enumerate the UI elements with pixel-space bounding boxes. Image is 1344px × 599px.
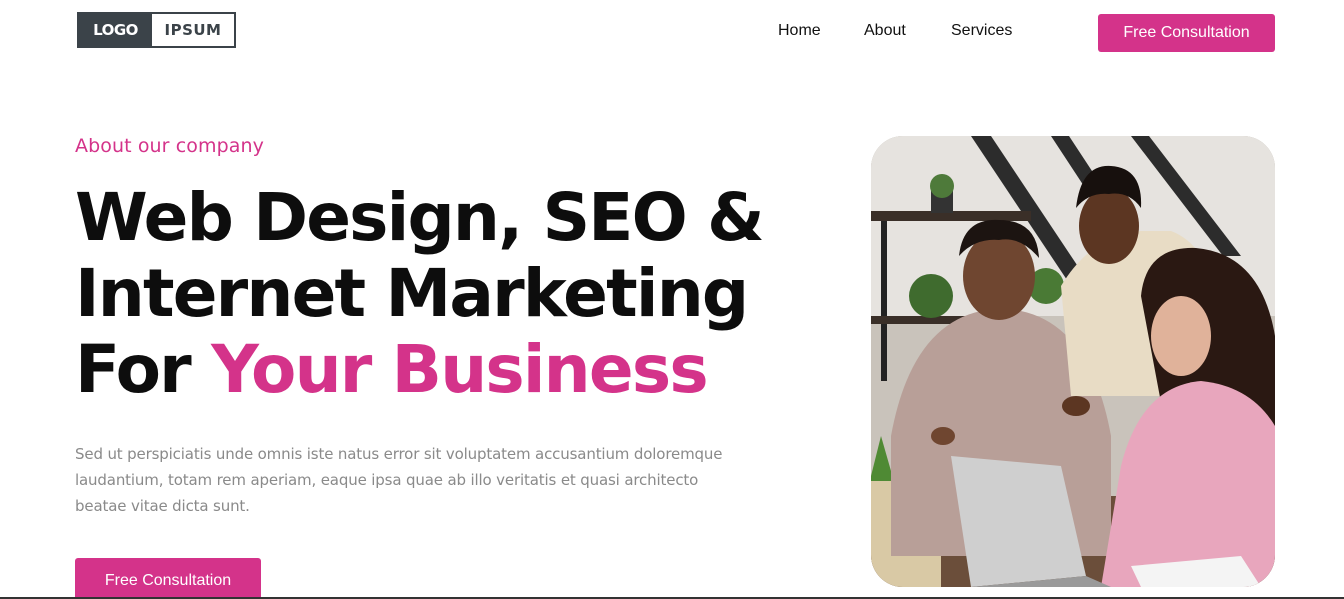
main-nav: Home About Services: [778, 22, 1053, 40]
hero-headline: Web Design, SEO & Internet Marketing For…: [75, 179, 765, 408]
team-photo-illustration: [871, 136, 1275, 587]
hero-free-consultation-button[interactable]: Free Consultation: [75, 558, 261, 599]
hero-eyebrow: About our company: [75, 135, 265, 157]
headline-line-1: Web Design, SEO &: [75, 179, 765, 256]
nav-home[interactable]: Home: [778, 22, 823, 40]
team-photo: [871, 136, 1275, 587]
logo-right-text: IPSUM: [164, 21, 222, 39]
headline-line-2: Internet Marketing: [75, 255, 749, 332]
logo-left-text: LOGO: [79, 14, 152, 46]
nav-about[interactable]: About: [864, 22, 910, 40]
logo[interactable]: LOGO IPSUM: [77, 12, 236, 48]
headline-plain: For: [75, 331, 212, 408]
header-free-consultation-button[interactable]: Free Consultation: [1098, 14, 1275, 52]
headline-line-3: For Your Business: [75, 332, 763, 408]
nav-services[interactable]: Services: [951, 22, 1012, 40]
headline-accent: Your Business: [211, 331, 709, 408]
hero-paragraph: Sed ut perspiciatis unde omnis iste natu…: [75, 445, 723, 515]
